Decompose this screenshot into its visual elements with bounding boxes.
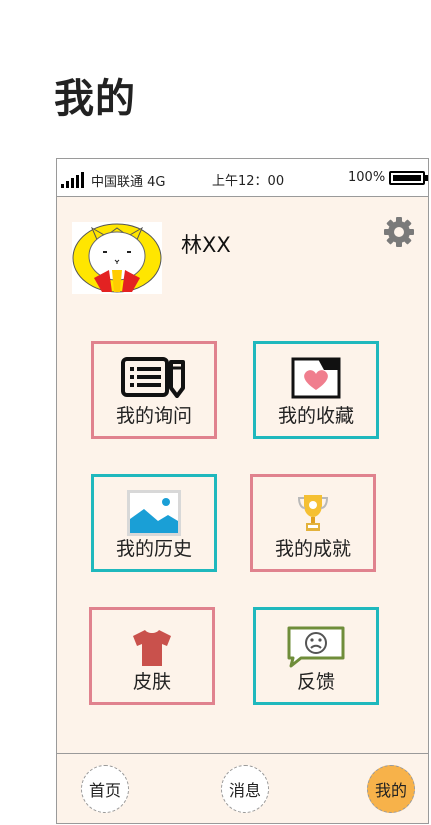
tile-label: 我的询问 [115,405,192,427]
tile-label: 我的成就 [274,538,351,560]
carrier-label: 中国联通 4G [91,175,166,190]
tile-label: 我的收藏 [277,405,354,427]
tile-my-history[interactable]: 我的历史 [91,474,217,572]
tab-messages[interactable]: 消息 [221,765,269,813]
tile-my-favorites[interactable]: 我的收藏 [253,341,379,439]
phone-frame: 中国联通 4G 上午12：00 100% 林XX 我的询问 我的收藏 我的历史 … [56,158,429,824]
tile-label: 我的历史 [115,538,192,560]
tile-feedback[interactable]: 反馈 [253,607,379,705]
avatar[interactable] [72,222,162,294]
signal-icon [61,172,84,188]
status-bar: 中国联通 4G 上午12：00 100% [57,159,428,197]
tile-my-achievements[interactable]: 我的成就 [250,474,376,572]
trophy-icon [297,491,329,537]
tile-label: 皮肤 [132,671,171,693]
tile-skin[interactable]: 皮肤 [89,607,215,705]
shirt-icon [131,628,173,672]
gear-icon[interactable] [383,216,415,248]
clock: 上午12：00 [212,174,285,189]
folder-heart-icon [290,356,342,404]
page-title: 我的 [54,76,136,122]
tile-my-inquiries[interactable]: 我的询问 [91,341,217,439]
list-pencil-icon [121,356,187,402]
tab-home[interactable]: 首页 [81,765,129,813]
battery-icon [389,171,428,185]
profile-name: 林XX [181,233,231,257]
battery-percent: 100% [348,170,386,185]
sad-message-icon [287,626,345,672]
tile-label: 反馈 [296,671,335,693]
tab-mine[interactable]: 我的 [367,765,415,813]
bottom-tab-bar: 首页 消息 我的 [57,753,428,823]
